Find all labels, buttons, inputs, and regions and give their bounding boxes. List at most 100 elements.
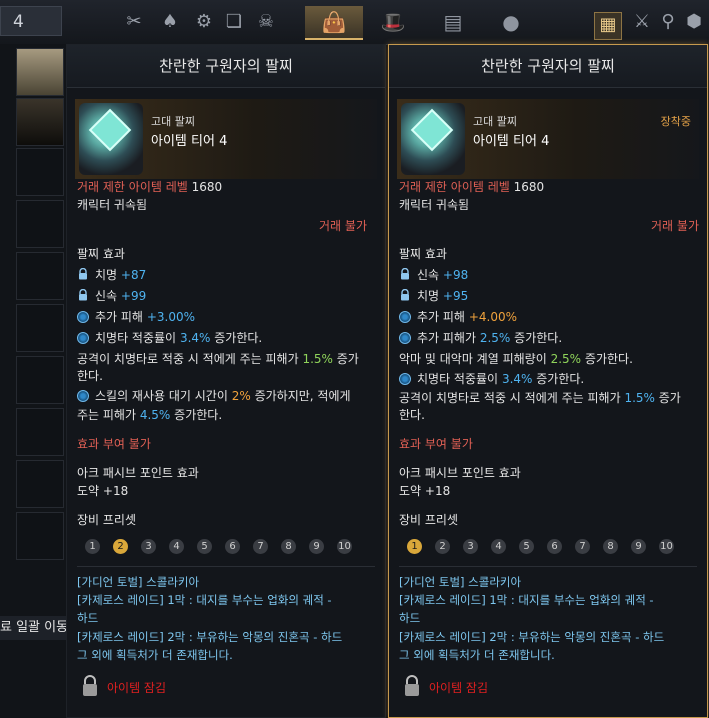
source-line: [가디언 토벌] 스콜라키아 [399,575,522,589]
lock-icon [401,289,409,301]
preset-3[interactable]: 3 [141,539,156,554]
preset-10[interactable]: 10 [659,539,674,554]
preset-6[interactable]: 6 [225,539,240,554]
divider [77,566,375,567]
inventory-slot[interactable] [16,98,64,146]
item-lock-label: 아이템 잠김 [107,681,167,695]
padlock-icon [83,675,97,696]
sort-icon[interactable]: ✂ [122,10,146,34]
tab-inventory[interactable]: 👜 [305,6,363,40]
effect-line: 공격이 치명타로 적중 시 적에게 주는 피해가 1.5% 증가 [77,352,359,366]
preset-1[interactable]: 1 [85,539,100,554]
inventory-grid: 료 일괄 이동 [0,44,66,718]
preset-2[interactable]: 2 [435,539,450,554]
effect-line-cont: 한다. [399,408,425,422]
effect-icon [77,390,89,402]
ark-heading: 아크 패시브 포인트 효과 [399,466,521,480]
lock-icon [401,268,409,280]
ark-value: 도약 +18 [399,484,451,498]
effect-line-cont: 한다. [77,369,103,383]
tab-hat[interactable]: 🎩 [364,6,422,40]
ark-value: 도약 +18 [77,484,129,498]
inventory-slot[interactable] [16,200,64,248]
item-tier: 아이템 티어 4 [473,134,550,149]
level-requirement: 거래 제한 아이템 레벨 1680 [77,180,223,194]
effect-icon [77,311,89,323]
no-effect-status: 효과 부여 불가 [399,437,473,451]
stat-line: 치명 +87 [77,266,146,283]
item-grade: 고대 팔찌 [473,115,517,128]
preset-5[interactable]: 5 [197,539,212,554]
bulk-move-button[interactable]: 료 일괄 이동 [0,616,66,640]
inventory-slot[interactable] [16,148,64,196]
bound-status: 캐릭터 귀속됨 [399,198,470,212]
source-line: [카제로스 레이드] 2막 : 부유하는 악몽의 진혼곡 - 하드 [399,630,665,644]
effect-line: 추가 피해가 2.5% 증가한다. [399,329,562,346]
skull-icon[interactable]: ☠ [254,10,278,34]
preset-7[interactable]: 7 [253,539,268,554]
hex-icon[interactable]: ⬢ [682,10,706,34]
preset-5[interactable]: 5 [519,539,534,554]
effect-line: 악마 및 대악마 계열 피해량이 2.5% 증가한다. [399,352,633,366]
trade-status: 거래 불가 [319,219,367,233]
inventory-slot[interactable] [16,252,64,300]
effects-heading: 팔찌 효과 [77,247,125,261]
crafting-icon[interactable]: ⚙ [192,10,216,34]
effect-line: 공격이 치명타로 적중 시 적에게 주는 피해가 1.5% 증가 [399,391,681,405]
grid-view-icon[interactable]: ▦ [594,12,622,40]
preset-6[interactable]: 6 [547,539,562,554]
preset-4[interactable]: 4 [491,539,506,554]
source-line: 하드 [399,611,421,625]
preset-3[interactable]: 3 [463,539,478,554]
inventory-slot[interactable] [16,48,64,96]
preset-1[interactable]: 1 [407,539,422,554]
inventory-slot[interactable] [16,408,64,456]
tooltip-equipped: 찬란한 구원자의 팔찌 고대 팔찌 아이템 티어 4 장착중 거래 제한 아이템… [388,44,708,718]
preset-9[interactable]: 9 [631,539,646,554]
hat-icon: 🎩 [380,10,406,34]
trade-status: 거래 불가 [651,219,699,233]
inventory-slot[interactable] [16,460,64,508]
preset-4[interactable]: 4 [169,539,184,554]
equipped-badge: 장착중 [660,115,691,128]
cards-icon[interactable]: ❏ [222,10,246,34]
preset-8[interactable]: 8 [281,539,296,554]
tooltip-compare: 찬란한 구원자의 팔찌 고대 팔찌 아이템 티어 4 거래 제한 아이템 레벨 … [66,44,386,718]
item-lock-label: 아이템 잠김 [429,681,489,695]
inventory-slot[interactable] [16,356,64,404]
tab-book[interactable]: ▤ [424,6,482,40]
bomb-icon: ● [502,10,520,34]
preset-8[interactable]: 8 [603,539,618,554]
stat-line: 치명 +95 [399,287,468,304]
swords-icon[interactable]: ⚔ [630,10,654,34]
effect-icon [77,332,89,344]
tab-bomb[interactable]: ● [482,6,540,40]
item-lock-row[interactable]: 아이템 잠김 [81,675,166,701]
stack-counter[interactable]: 4 [0,6,62,36]
effect-line-cont: 주는 피해가 4.5% 증가한다. [77,408,223,422]
effect-line: 치명타 적중률이 3.4% 증가한다. [77,329,262,346]
effect-line: 추가 피해 +3.00% [77,308,195,325]
pouch-icon[interactable]: ♠ [158,10,182,34]
item-title: 찬란한 구원자의 팔찌 [389,45,707,88]
preset-10[interactable]: 10 [337,539,352,554]
source-line: [카제로스 레이드] 1막 : 대지를 부수는 업화의 궤적 - [399,593,654,607]
stat-line: 신속 +99 [77,287,146,304]
bracelet-icon [401,103,465,175]
top-bar: 4 ✂ ♠ ⚙ ❏ ☠ 👜 🎩 ▤ ● ▦ ⚔ ⚲ ⬢ [0,0,709,45]
bracelet-icon [79,103,143,175]
inventory-slot[interactable] [16,304,64,352]
divider [399,566,697,567]
preset-7[interactable]: 7 [575,539,590,554]
item-lock-row[interactable]: 아이템 잠김 [403,675,488,701]
preset-heading: 장비 프리셋 [399,513,459,527]
preset-9[interactable]: 9 [309,539,324,554]
inventory-slot[interactable] [16,512,64,560]
effect-line: 치명타 적중률이 3.4% 증가한다. [399,370,584,387]
item-title: 찬란한 구원자의 팔찌 [67,45,385,88]
preset-heading: 장비 프리셋 [77,513,137,527]
stat-line: 신속 +98 [399,266,468,283]
lock-icon [79,268,87,280]
potion-icon[interactable]: ⚲ [656,10,680,34]
preset-2[interactable]: 2 [113,539,128,554]
